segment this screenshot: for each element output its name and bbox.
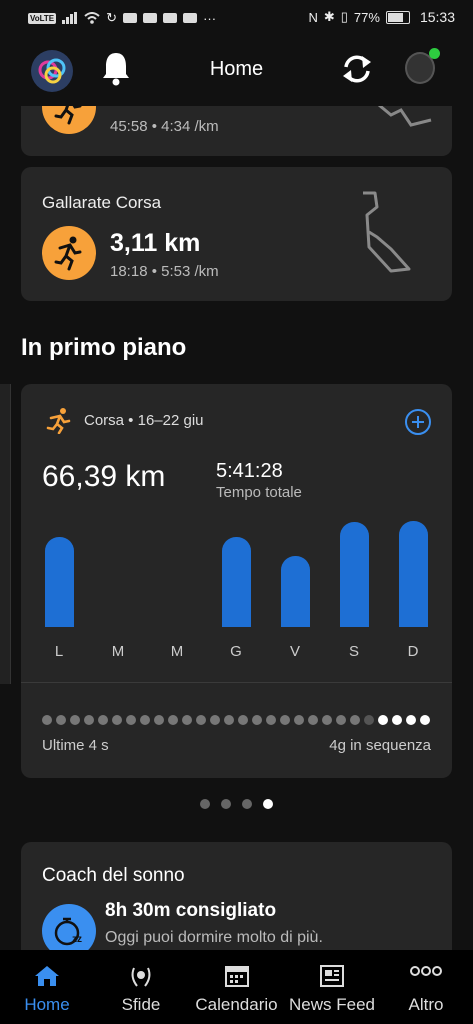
- sleep-headline: 8h 30m consigliato: [105, 900, 277, 921]
- divider: [21, 682, 452, 683]
- nav-calendar[interactable]: Calendario: [188, 950, 285, 1024]
- streak-day-dot: [378, 715, 388, 725]
- streak-day-dot: [42, 715, 52, 725]
- battery-icon: [385, 10, 410, 24]
- weekly-bar-chart: LMMGVSD: [21, 384, 452, 684]
- day-label: S: [348, 643, 359, 660]
- sync-icon[interactable]: [338, 50, 376, 93]
- running-icon: [42, 226, 96, 280]
- streak-day-dot: [56, 715, 66, 725]
- wifi-icon: [84, 12, 100, 24]
- device-watch-icon[interactable]: [402, 46, 440, 90]
- day-label: M: [111, 643, 125, 660]
- nav-news-feed[interactable]: News Feed: [285, 950, 379, 1024]
- youtube-icon: [123, 13, 138, 23]
- bottom-navigation: Home Sfide Calendario News Feed Altro: [0, 950, 473, 1024]
- streak-day-dot: [350, 715, 360, 725]
- nav-more[interactable]: Altro: [379, 950, 473, 1024]
- youtube-icon: [143, 13, 158, 23]
- streak-day-dot: [210, 715, 220, 725]
- nav-home[interactable]: Home: [0, 950, 94, 1024]
- streak-day-dot: [224, 715, 234, 725]
- sleep-coach-card[interactable]: Coach del sonno zz 8h 30m consigliato Og…: [21, 842, 452, 962]
- weekly-running-card[interactable]: Corsa • 16–22 giu 66,39 km 5:41:28 Tempo…: [21, 384, 452, 778]
- signal-icon: [62, 12, 78, 24]
- streak-day-dot: [182, 715, 192, 725]
- calendar-icon: [224, 966, 249, 987]
- bluetooth-icon: ✱: [323, 9, 335, 24]
- svg-text:zz: zz: [72, 934, 82, 945]
- nav-challenges[interactable]: Sfide: [94, 950, 188, 1024]
- streak-day-dot: [294, 715, 304, 725]
- streak-right-label: 4g in sequenza: [329, 737, 431, 754]
- section-title: In primo piano: [21, 334, 187, 361]
- status-bar: VoLTE ↻ ··· N ✱ ▯ 77% 15:33: [0, 0, 473, 34]
- volte-badge: VoLTE: [28, 12, 57, 24]
- streak-day-dot: [238, 715, 248, 725]
- connected-status-dot: [429, 48, 440, 59]
- more-notifications: ···: [203, 10, 217, 26]
- battery-percent: 77%: [353, 9, 380, 25]
- streak-day-dot: [308, 715, 318, 725]
- streak-day-dot: [280, 715, 290, 725]
- streak-day-dot: [406, 715, 416, 725]
- streak-day-dot: [98, 715, 108, 725]
- day-label: D: [407, 643, 419, 660]
- activity-card[interactable]: Gallarate Corsa 3,11 km 18:18 • 5:53 /km: [21, 167, 452, 301]
- streak-day-dot: [168, 715, 178, 725]
- streak-day-dot: [420, 715, 430, 725]
- streak-day-dot: [336, 715, 346, 725]
- home-icon: [35, 966, 59, 986]
- activity-stats: 45:58 • 4:34 /km: [110, 118, 219, 135]
- streak-day-dot: [84, 715, 94, 725]
- streak-day-dot: [392, 715, 402, 725]
- route-map-thumbnail: [363, 191, 411, 273]
- streak-day-dot: [70, 715, 80, 725]
- previous-card-edge: [0, 384, 11, 684]
- pager-dot[interactable]: [263, 799, 273, 809]
- streak-day-dot: [126, 715, 136, 725]
- day-label: L: [54, 643, 64, 660]
- sleep-coach-title: Coach del sonno: [42, 865, 185, 886]
- activity-distance: 3,11 km: [110, 229, 201, 257]
- more-dots-icon: [410, 966, 442, 976]
- streak-day-dot: [266, 715, 276, 725]
- pager-dot[interactable]: [200, 799, 210, 809]
- clock: 15:33: [419, 9, 455, 25]
- app-header: Home: [0, 34, 473, 106]
- day-label: G: [230, 643, 242, 660]
- activity-stats: 18:18 • 5:53 /km: [110, 263, 219, 280]
- pager-dot[interactable]: [221, 799, 231, 809]
- bar-6: [399, 521, 428, 627]
- youtube-icon: [163, 13, 178, 23]
- streak-day-dot: [322, 715, 332, 725]
- bar-5: [340, 522, 369, 627]
- sync-status-icon: ↻: [106, 10, 118, 25]
- bar-0: [45, 537, 74, 627]
- message-icon: [183, 13, 198, 23]
- pager-dot[interactable]: [242, 799, 252, 809]
- streak-day-dot: [154, 715, 164, 725]
- day-label: M: [170, 643, 184, 660]
- bar-3: [222, 537, 251, 627]
- streak-day-dot: [112, 715, 122, 725]
- vibrate-icon: ▯: [340, 9, 348, 24]
- activity-title: Gallarate Corsa: [42, 193, 162, 212]
- day-label: V: [289, 643, 300, 660]
- streak-day-dot: [252, 715, 262, 725]
- streak-day-dot: [364, 715, 374, 725]
- nfc-icon: N: [308, 9, 318, 25]
- newspaper-icon: [320, 965, 344, 987]
- laurel-badge-icon: [131, 967, 151, 987]
- streak-day-dot: [140, 715, 150, 725]
- sleep-subtext: Oggi puoi dormire molto di più.: [105, 929, 323, 946]
- streak-left-label: Ultime 4 s: [42, 737, 109, 754]
- bar-4: [281, 556, 310, 627]
- streak-day-dot: [196, 715, 206, 725]
